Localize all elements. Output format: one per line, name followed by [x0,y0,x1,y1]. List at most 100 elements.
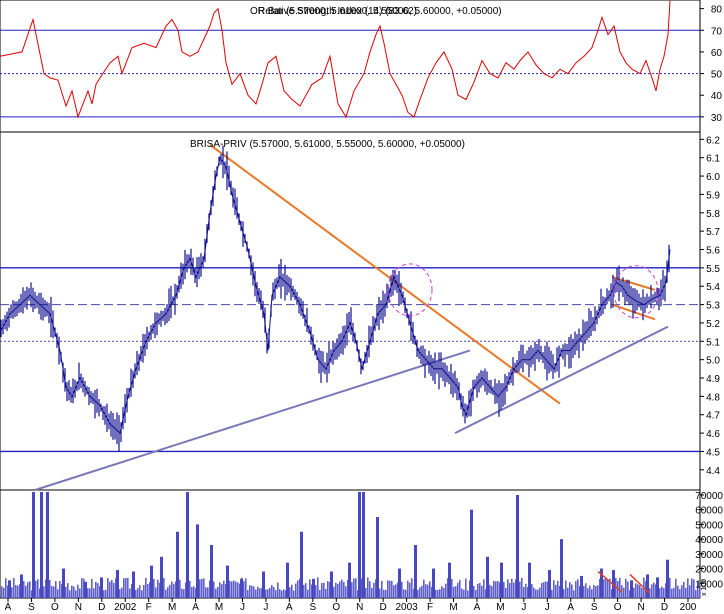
volume-bar [381,580,383,598]
volume-bar [379,588,381,598]
price-title: BRISA-PRIV (5.57000, 5.61000, 5.55000, 5… [190,139,465,150]
volume-bar [100,577,103,598]
rsi-y-tick-label: 80 [711,5,723,16]
volume-bar [419,587,421,598]
volume-bar [67,583,69,598]
x-tick-label: D [380,602,387,613]
volume-bar [62,568,65,598]
volume-bar [111,580,113,598]
volume-bar [398,568,401,598]
volume-bar [147,584,149,598]
volume-bar [150,565,153,598]
volume-bar [59,580,61,598]
volume-bar [281,590,283,598]
volume-bar [387,580,389,598]
rsi-y-tick-label: 50 [711,70,723,81]
volume-bar [132,571,135,598]
volume-bar [20,574,23,598]
volume-bar [277,582,279,598]
volume-bar [137,588,139,598]
volume-bar [8,580,11,598]
volume-bar [293,590,295,598]
volume-bar [511,578,513,598]
volume-bar [473,585,475,598]
volume-bar [519,581,521,598]
volume-bar [123,578,125,598]
volume-bar [577,579,579,598]
volume-bar [429,581,431,598]
volume-bar [210,545,213,598]
x-tick-label: O [51,602,59,613]
volume-bar [315,585,317,598]
x-tick-label: M [168,602,176,613]
volume-bar [521,577,523,598]
volume-bar [465,578,467,598]
volume-bar [217,586,219,598]
volume-bar [477,583,479,598]
volume-bar [205,587,207,598]
volume-bar [330,571,333,598]
volume-bar [27,582,29,598]
volume-bar [635,583,637,598]
volume-bar [333,586,335,598]
volume-bar [312,578,315,598]
volume-bar [671,588,673,598]
volume-bar [5,578,7,598]
volume-bar [325,588,327,598]
chart-root: 30 40 50 60 70 80 4.4 4.5 4.6 4.7 4.8 4.9 5.0 5.1 5.2… [0,0,723,613]
price-y-tick-label: 6.2 [706,135,720,146]
volume-bar [237,582,239,598]
volume-bar [405,589,407,598]
x-tick-label: S [309,602,316,613]
volume-bar [513,582,515,598]
volume-bar [489,584,491,598]
volume-bar [55,581,57,598]
volume-bar [455,586,457,598]
volume-bar [593,585,595,598]
volume-bar [240,578,243,598]
volume-bar [121,587,123,598]
volume-bar [528,562,531,598]
volume-bar [319,589,321,598]
volume-bar [585,583,587,598]
volume-bar [417,589,419,598]
volume-bar [673,587,675,598]
price-y-tick-label: 6.1 [706,154,720,165]
volume-bar [283,589,285,598]
volume-bar [271,585,273,598]
volume-bar [451,579,453,598]
volume-bar [401,581,403,598]
volume-bar [73,586,75,598]
volume-bar [305,583,307,598]
volume-bar [557,580,559,598]
volume-bar [157,579,159,598]
volume-bar [199,579,201,598]
volume-bar [569,582,571,598]
volume-bar [213,581,215,598]
volume-bar [575,581,577,598]
volume-bar [84,581,87,598]
volume-bar [173,583,175,598]
x-tick-label: J [521,602,526,613]
volume-bar [23,581,25,598]
rsi-y-tick-label: 70 [711,26,723,37]
volume-bar [269,587,271,598]
volume-bar [105,589,107,598]
volume-bar [369,581,371,598]
volume-bar [691,578,693,598]
volume-bar [475,589,477,598]
volume-bar [160,556,163,598]
volume-y-tick-label: 40000 [695,535,723,546]
x-tick-label: F [146,602,152,613]
volume-bar [627,581,629,598]
rsi-y-tick-label: 30 [711,113,723,124]
volume-bar [226,565,229,598]
volume-bar [681,585,683,598]
volume-bar [535,589,537,598]
volume-bar [181,588,183,598]
price-y-tick-label: 4.7 [706,411,720,422]
volume-bar [145,577,147,598]
x-tick-label: O [614,602,622,613]
volume-bar [537,589,539,598]
volume-bar [583,585,585,598]
